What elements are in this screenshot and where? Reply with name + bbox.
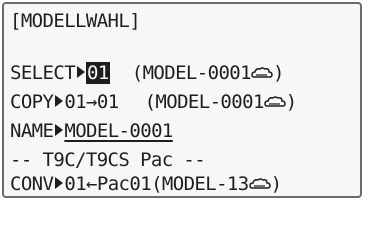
cloud-icon	[264, 96, 286, 107]
select-row[interactable]: SELECT 01 (MODEL-0001)	[10, 61, 284, 85]
copy-value[interactable]: 01→01	[64, 91, 119, 113]
conv-row[interactable]: CONV 01←Pac01(MODEL-13)	[10, 172, 282, 196]
copy-model-close: )	[285, 91, 297, 113]
name-label: NAME	[10, 120, 54, 142]
copy-label: COPY	[10, 91, 54, 113]
conv-value[interactable]: 01←Pac01	[64, 173, 151, 195]
cloud-icon	[251, 67, 273, 78]
screen-title: [MODELLWAHL]	[10, 9, 141, 33]
pointer-arrow-icon	[77, 66, 86, 78]
conv-model-name: (MODEL-13	[151, 173, 249, 195]
conv-label: CONV	[10, 173, 54, 195]
section-header-text: -- T9C/T9CS Pac --	[10, 149, 206, 171]
pointer-arrow-icon	[55, 95, 64, 107]
select-value[interactable]: 01	[86, 62, 110, 84]
select-label: SELECT	[10, 62, 76, 84]
conv-model-close: )	[270, 173, 282, 195]
name-row[interactable]: NAME MODEL-0001	[10, 119, 173, 143]
model-name-field[interactable]: MODEL-0001	[64, 120, 173, 142]
copy-model-name: (MODEL-0001	[144, 91, 265, 113]
cloud-icon	[248, 178, 271, 189]
pointer-arrow-icon	[55, 124, 64, 136]
lcd-screen: [MODELLWAHL] SELECT 01 (MODEL-0001) COPY 01…	[2, 2, 362, 198]
select-model-name: (MODEL-0001	[131, 62, 252, 84]
section-header: -- T9C/T9CS Pac --	[10, 148, 206, 172]
pointer-arrow-icon	[55, 177, 64, 189]
copy-row[interactable]: COPY 01→01 (MODEL-0001)	[10, 90, 297, 114]
screen-title-text: [MODELLWAHL]	[10, 10, 141, 32]
select-model-close: )	[272, 62, 284, 84]
